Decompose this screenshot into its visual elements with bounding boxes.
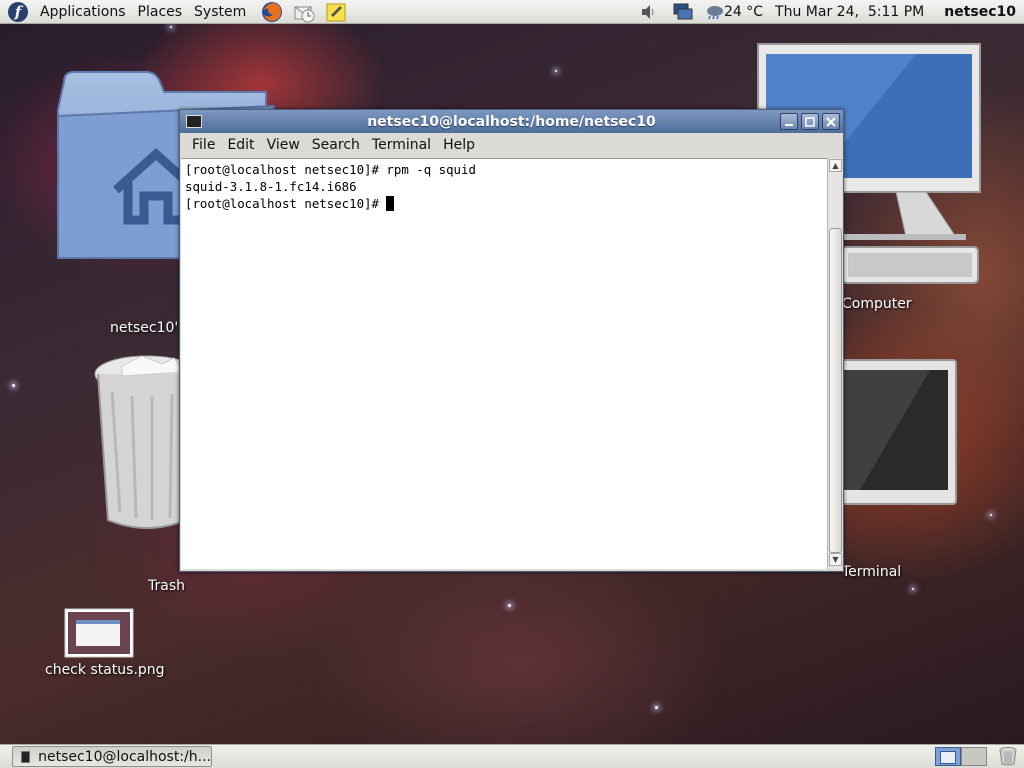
terminal-icon xyxy=(21,750,31,763)
text-cursor xyxy=(386,196,395,211)
scroll-down-arrow-icon[interactable]: ▼ xyxy=(829,553,842,566)
bottom-panel: netsec10@localhost:/h... xyxy=(0,744,1024,768)
scrollbar-thumb[interactable] xyxy=(829,228,842,553)
terminal-line: squid-3.1.8-1.fc14.i686 xyxy=(185,179,357,194)
star xyxy=(12,384,15,387)
menu-applications[interactable]: Applications xyxy=(34,0,132,24)
star xyxy=(555,70,557,72)
star xyxy=(990,514,992,516)
terminal-prompt-line: [root@localhost netsec10]# xyxy=(185,195,823,212)
mail-clock-icon[interactable] xyxy=(292,1,316,23)
workspace-1[interactable] xyxy=(935,747,961,766)
network-icon[interactable] xyxy=(672,2,694,22)
scroll-up-arrow-icon[interactable]: ▲ xyxy=(829,159,842,172)
desktop-icon-label: check status.png xyxy=(45,662,165,678)
terminal-window[interactable]: netsec10@localhost:/home/netsec10 File E… xyxy=(179,109,844,572)
menu-system[interactable]: System xyxy=(188,0,252,24)
taskbar-button-label: netsec10@localhost:/h... xyxy=(38,748,211,765)
window-menubar: File Edit View Search Terminal Help xyxy=(180,133,843,157)
firefox-icon[interactable] xyxy=(260,1,284,23)
terminal-prompt: [root@localhost netsec10]# xyxy=(185,196,387,211)
fedora-logo-icon[interactable]: f xyxy=(8,1,28,22)
user-menu[interactable]: netsec10 xyxy=(944,4,1016,20)
maximize-button[interactable] xyxy=(801,113,819,130)
desktop-icon-label: Computer xyxy=(842,296,912,312)
weather-icon xyxy=(707,5,723,19)
menu-view[interactable]: View xyxy=(261,137,306,153)
minimize-button[interactable] xyxy=(780,113,798,130)
close-icon xyxy=(826,116,836,127)
maximize-icon xyxy=(805,116,815,127)
image-thumbnail-icon xyxy=(64,608,134,658)
menu-places[interactable]: Places xyxy=(132,0,189,24)
terminal-output[interactable]: [root@localhost netsec10]# rpm -q squid … xyxy=(181,158,827,569)
menu-edit[interactable]: Edit xyxy=(221,137,260,153)
window-titlebar[interactable]: netsec10@localhost:/home/netsec10 xyxy=(180,110,843,133)
desktop-icon-label: netsec10's xyxy=(110,320,186,336)
weather-temperature: 24 °C xyxy=(724,3,764,20)
trash-applet-icon[interactable] xyxy=(998,746,1018,768)
window-title: netsec10@localhost:/home/netsec10 xyxy=(367,113,656,130)
taskbar-button-terminal[interactable]: netsec10@localhost:/h... xyxy=(12,746,212,767)
workspace-switcher[interactable] xyxy=(935,747,987,766)
desktop-icon-screenshot[interactable]: check status.png xyxy=(44,608,165,678)
star xyxy=(170,26,172,28)
menu-file[interactable]: File xyxy=(186,137,221,153)
menu-help[interactable]: Help xyxy=(437,137,481,153)
star xyxy=(508,604,511,607)
menu-terminal[interactable]: Terminal xyxy=(366,137,437,153)
desktop-icon-label: Trash xyxy=(148,578,185,594)
terminal-line: [root@localhost netsec10]# rpm -q squid xyxy=(185,162,476,177)
clock[interactable]: Thu Mar 24, 5:11 PM xyxy=(775,4,924,20)
top-panel: f Applications Places System 24 °C Thu M… xyxy=(0,0,1024,24)
desktop-icon-label: Terminal xyxy=(842,564,902,580)
close-button[interactable] xyxy=(822,113,840,130)
star xyxy=(655,706,658,709)
workspace-2[interactable] xyxy=(961,747,987,766)
weather-applet[interactable]: 24 °C xyxy=(706,4,763,20)
minimize-icon xyxy=(785,123,793,126)
notes-icon[interactable] xyxy=(324,1,348,23)
star xyxy=(912,588,914,590)
volume-icon[interactable] xyxy=(640,3,656,21)
vertical-scrollbar[interactable]: ▲ ▼ xyxy=(827,158,842,569)
menu-search[interactable]: Search xyxy=(306,137,366,153)
